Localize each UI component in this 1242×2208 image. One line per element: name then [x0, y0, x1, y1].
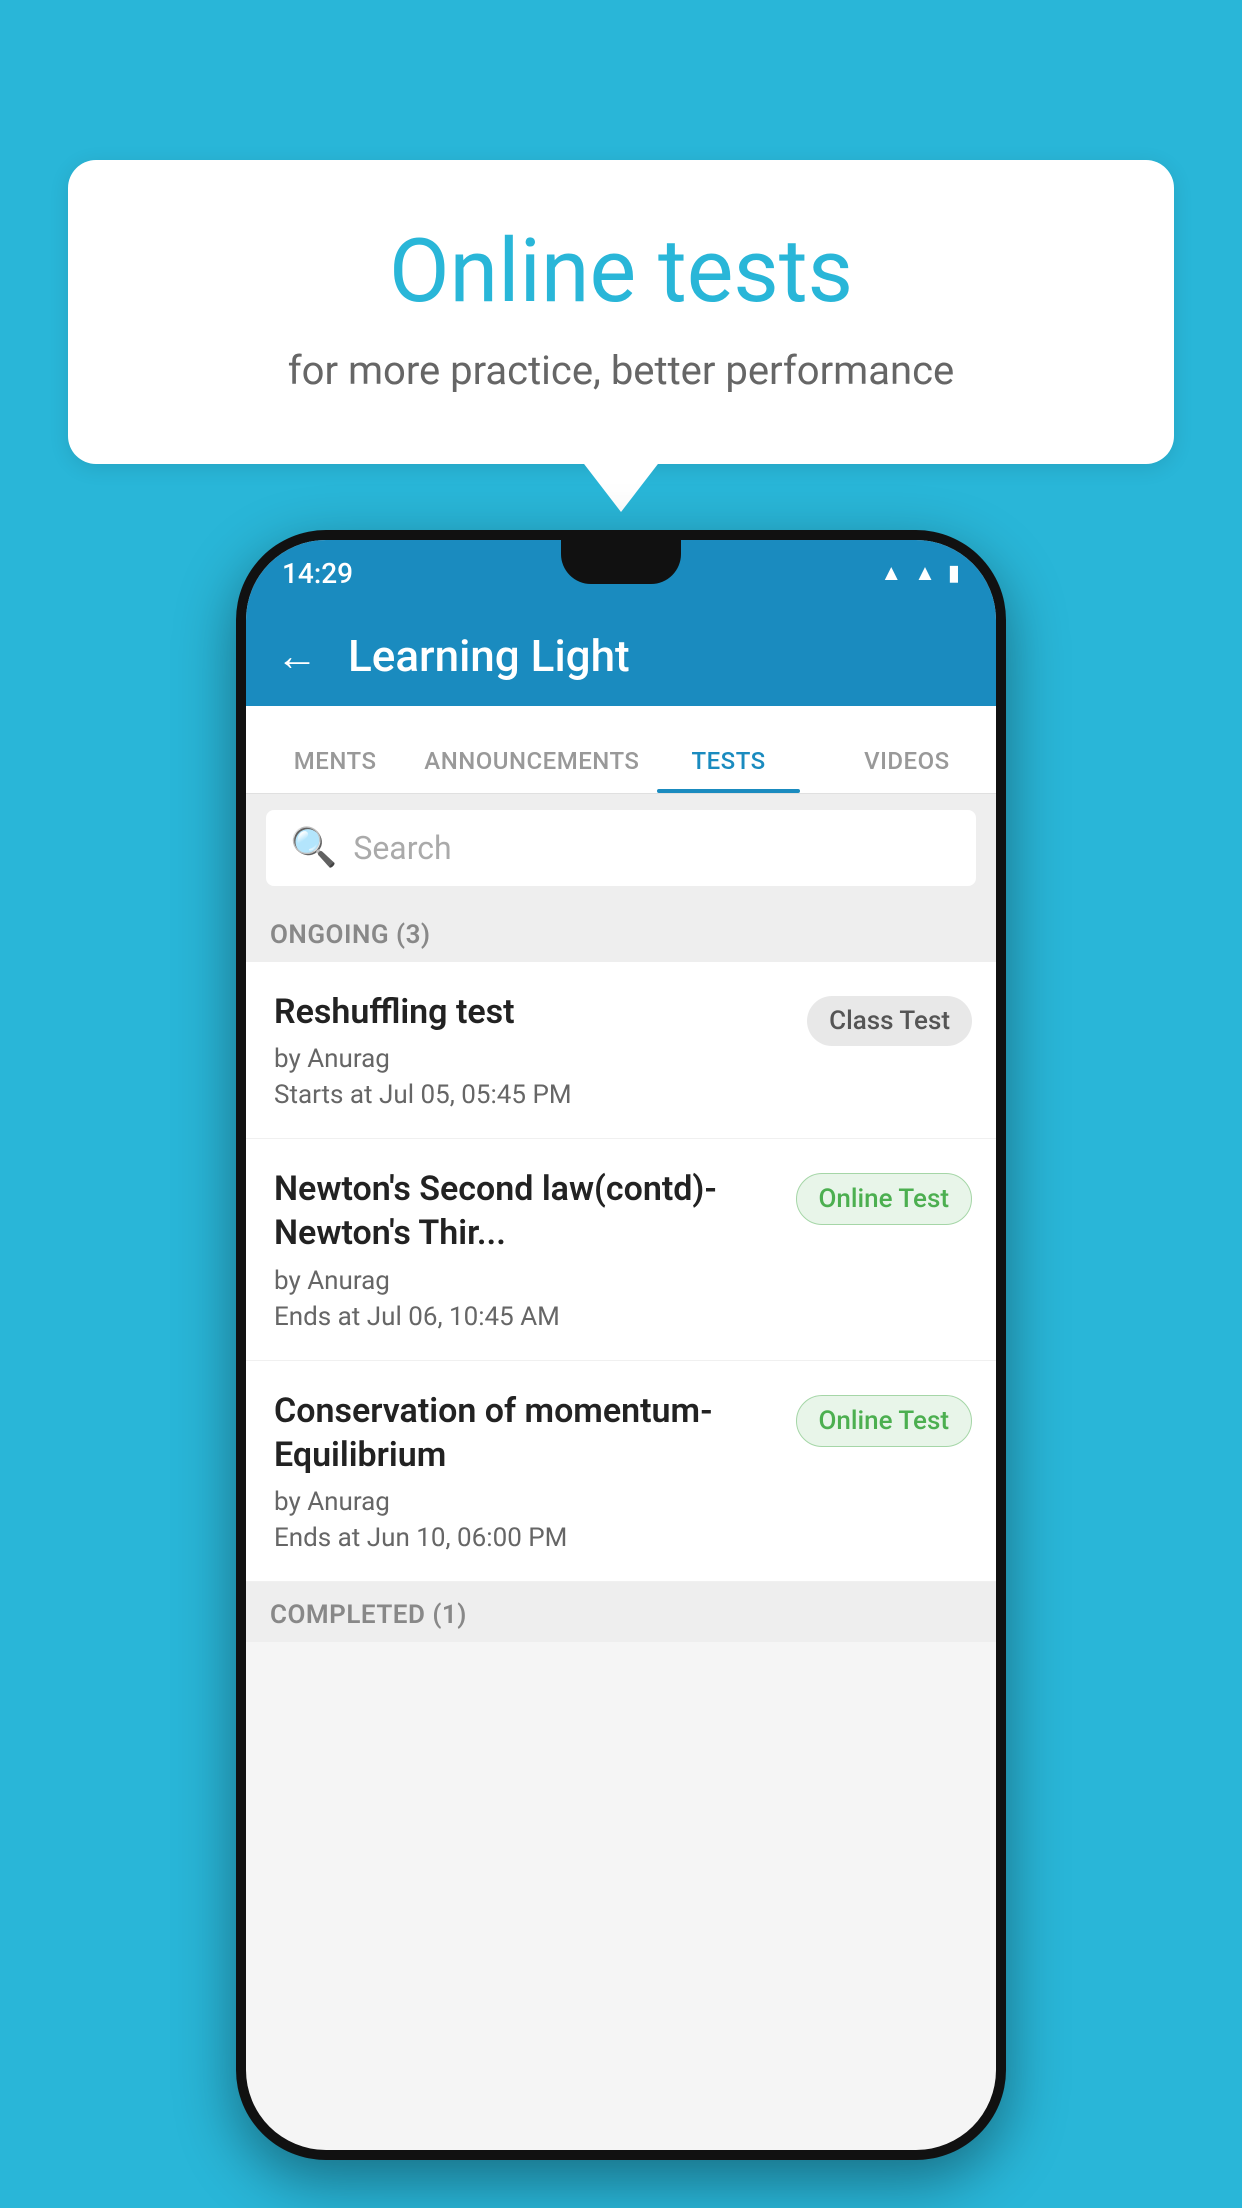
status-icons: ▲ ▲ ▮ — [880, 560, 960, 586]
phone-screen: 14:29 ▲ ▲ ▮ ← Learning Light MENTS ANNOU… — [246, 540, 996, 2150]
test-name-1: Reshuffling test — [274, 990, 791, 1034]
completed-section-header: COMPLETED (1) — [246, 1582, 996, 1642]
test-name-3: Conservation of momentum-Equilibrium — [274, 1389, 780, 1477]
app-title: Learning Light — [348, 630, 630, 682]
test-list: Reshuffling test by Anurag Starts at Jul… — [246, 962, 996, 1582]
search-bar[interactable]: 🔍 Search — [266, 810, 976, 886]
test-author-2: by Anurag — [274, 1266, 780, 1296]
test-item-1[interactable]: Reshuffling test by Anurag Starts at Jul… — [246, 962, 996, 1139]
test-badge-3: Online Test — [796, 1395, 973, 1447]
tab-announcements[interactable]: ANNOUNCEMENTS — [424, 747, 639, 793]
bubble-title: Online tests — [148, 220, 1094, 323]
test-item-2[interactable]: Newton's Second law(contd)-Newton's Thir… — [246, 1139, 996, 1360]
test-info-3: Conservation of momentum-Equilibrium by … — [274, 1389, 796, 1553]
test-item-3[interactable]: Conservation of momentum-Equilibrium by … — [246, 1361, 996, 1582]
tab-videos[interactable]: VIDEOS — [818, 747, 996, 793]
bubble-subtitle: for more practice, better performance — [148, 347, 1094, 394]
battery-icon: ▮ — [948, 561, 960, 586]
search-icon: 🔍 — [290, 826, 337, 870]
signal-icon: ▲ — [914, 560, 936, 586]
tabs-bar: MENTS ANNOUNCEMENTS TESTS VIDEOS — [246, 706, 996, 794]
test-badge-2: Online Test — [796, 1173, 973, 1225]
test-time-2: Ends at Jul 06, 10:45 AM — [274, 1302, 780, 1332]
ongoing-section-header: ONGOING (3) — [246, 902, 996, 962]
tab-ments[interactable]: MENTS — [246, 747, 424, 793]
test-author-1: by Anurag — [274, 1044, 791, 1074]
status-time: 14:29 — [282, 557, 353, 590]
search-placeholder-text: Search — [353, 829, 451, 867]
test-info-2: Newton's Second law(contd)-Newton's Thir… — [274, 1167, 796, 1331]
app-bar: ← Learning Light — [246, 606, 996, 706]
back-button[interactable]: ← — [276, 632, 318, 681]
test-name-2: Newton's Second law(contd)-Newton's Thir… — [274, 1167, 780, 1255]
test-time-1: Starts at Jul 05, 05:45 PM — [274, 1080, 791, 1110]
phone-notch — [561, 540, 681, 584]
test-author-3: by Anurag — [274, 1487, 780, 1517]
tab-tests[interactable]: TESTS — [639, 747, 817, 793]
status-bar: 14:29 ▲ ▲ ▮ — [246, 540, 996, 606]
test-info-1: Reshuffling test by Anurag Starts at Jul… — [274, 990, 807, 1110]
test-badge-1: Class Test — [807, 996, 972, 1046]
test-time-3: Ends at Jun 10, 06:00 PM — [274, 1523, 780, 1553]
search-container: 🔍 Search — [246, 794, 996, 902]
wifi-icon: ▲ — [880, 560, 902, 586]
phone-frame: 14:29 ▲ ▲ ▮ ← Learning Light MENTS ANNOU… — [236, 530, 1006, 2160]
speech-bubble: Online tests for more practice, better p… — [68, 160, 1174, 464]
